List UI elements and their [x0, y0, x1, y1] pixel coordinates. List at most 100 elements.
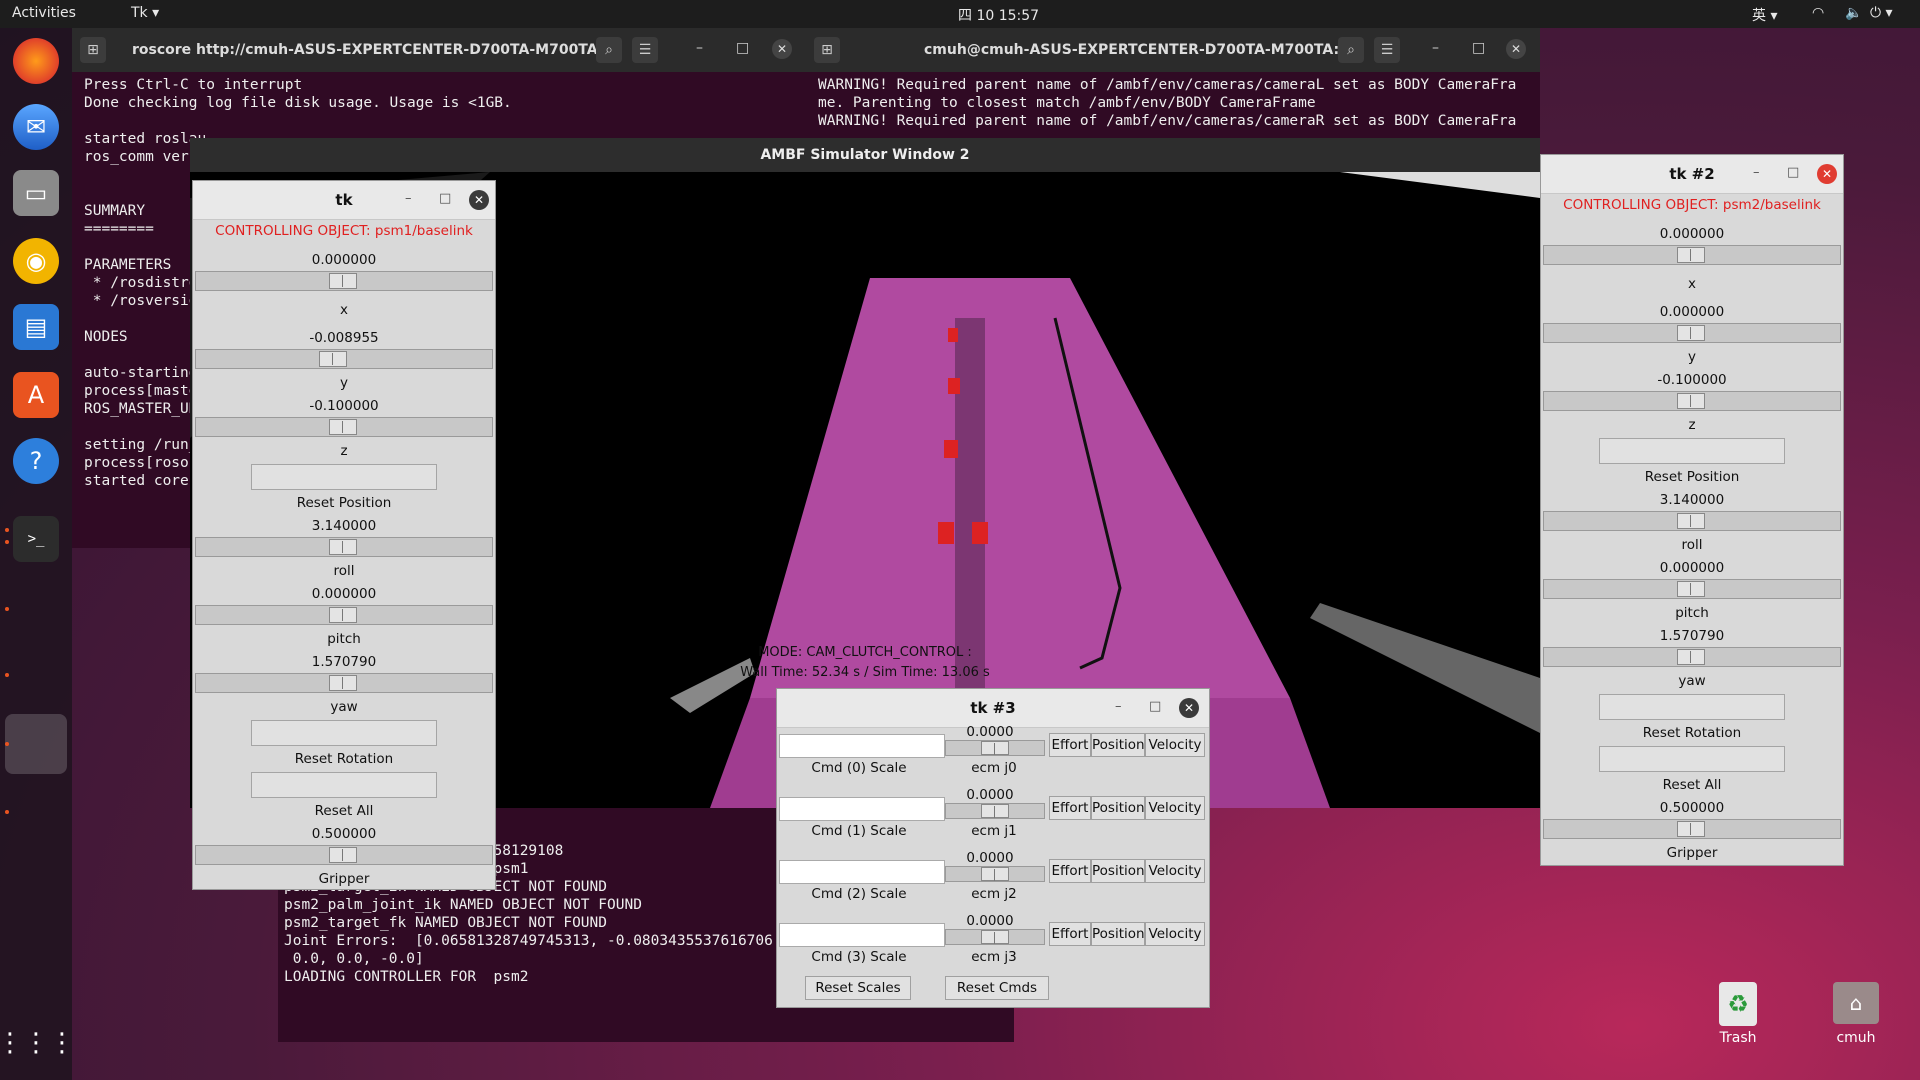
scale-entry[interactable] [779, 797, 945, 821]
new-tab-icon[interactable]: ⊞ [80, 37, 106, 63]
position-button[interactable]: Position [1091, 796, 1145, 820]
search-icon[interactable]: ⌕ [596, 37, 622, 63]
help-icon[interactable]: ? [13, 438, 59, 484]
simulator-titlebar[interactable]: AMBF Simulator Window 2 [190, 138, 1540, 172]
new-tab-icon[interactable]: ⊞ [814, 37, 840, 63]
z-label: z [1688, 417, 1696, 433]
maximize-icon[interactable]: □ [1787, 165, 1799, 180]
effort-button[interactable]: Effort [1049, 733, 1091, 757]
yaw-slider[interactable] [195, 673, 493, 693]
reset-all-label: Reset All [1662, 777, 1722, 793]
thunderbird-icon[interactable]: ✉ [13, 104, 59, 150]
minimize-icon[interactable]: – [696, 40, 703, 56]
velocity-button[interactable]: Velocity [1145, 922, 1205, 946]
close-icon[interactable]: ✕ [772, 39, 792, 59]
volume-icon[interactable]: 🔈 [1845, 5, 1862, 21]
velocity-button[interactable]: Velocity [1145, 733, 1205, 757]
terminal-output: WARNING! Required parent name of /ambf/e… [806, 72, 1540, 134]
z-slider[interactable] [195, 417, 493, 437]
roll-slider[interactable] [1543, 511, 1841, 531]
power-icon[interactable]: ⏻ ▾ [1870, 5, 1893, 21]
rhythmbox-icon[interactable]: ◉ [13, 238, 59, 284]
show-apps-icon[interactable]: ⋮⋮⋮ [0, 1020, 75, 1066]
firefox-icon[interactable] [13, 38, 59, 84]
yaw-slider[interactable] [1543, 647, 1841, 667]
cmd-slider[interactable] [945, 740, 1045, 756]
activities-button[interactable]: Activities [12, 5, 76, 21]
reset-rotation-button[interactable] [251, 720, 437, 746]
position-button[interactable]: Position [1091, 733, 1145, 757]
terminal-line: WARNING! Required parent name of /ambf/e… [818, 113, 1517, 129]
wifi-icon[interactable]: ◠ [1812, 5, 1824, 21]
ime-indicator[interactable]: 英 ▾ [1752, 5, 1777, 25]
maximize-icon[interactable]: □ [736, 40, 749, 56]
menu-icon[interactable]: ☰ [1374, 37, 1400, 63]
reset-position-button[interactable] [251, 464, 437, 490]
reset-position-button[interactable] [1599, 438, 1785, 464]
effort-button[interactable]: Effort [1049, 796, 1091, 820]
minimize-icon[interactable]: – [1115, 699, 1122, 714]
gripper-label: Gripper [1666, 845, 1718, 861]
position-button[interactable]: Position [1091, 922, 1145, 946]
close-icon[interactable]: ✕ [1506, 39, 1526, 59]
scale-entry[interactable] [779, 734, 945, 758]
close-icon[interactable]: ✕ [1817, 164, 1837, 184]
scale-entry[interactable] [779, 860, 945, 884]
y-slider[interactable] [1543, 323, 1841, 343]
tk-panel-psm1[interactable]: tk – □ ✕ CONTROLLING OBJECT: psm1/baseli… [192, 180, 496, 890]
menu-icon[interactable]: ☰ [632, 37, 658, 63]
minimize-icon[interactable]: – [1753, 165, 1760, 180]
scale-entry[interactable] [779, 923, 945, 947]
clock[interactable]: 四 10 15:57 [958, 5, 1039, 25]
files-icon[interactable]: ▭ [13, 170, 59, 216]
terminal-main[interactable]: ⊞ cmuh@cmuh-ASUS-EXPERTCENTER-D700TA-M70… [806, 28, 1540, 138]
roll-label: roll [1681, 537, 1703, 553]
reset-rotation-button[interactable] [1599, 694, 1785, 720]
maximize-icon[interactable]: □ [439, 191, 451, 206]
terminal-icon[interactable]: >_ [13, 516, 59, 562]
cmd-slider[interactable] [945, 803, 1045, 819]
effort-button[interactable]: Effort [1049, 922, 1091, 946]
pitch-slider[interactable] [1543, 579, 1841, 599]
running-indicator [5, 742, 9, 746]
software-icon[interactable]: A [13, 372, 59, 418]
gripper-slider[interactable] [1543, 819, 1841, 839]
reset-all-label: Reset All [314, 803, 374, 819]
tk-app-icon[interactable] [5, 714, 67, 774]
y-slider[interactable] [195, 349, 493, 369]
maximize-icon[interactable]: □ [1149, 699, 1161, 714]
x-slider[interactable] [195, 271, 493, 291]
effort-button[interactable]: Effort [1049, 859, 1091, 883]
pitch-slider[interactable] [195, 605, 493, 625]
position-button[interactable]: Position [1091, 859, 1145, 883]
reset-scales-button[interactable]: Reset Scales [805, 976, 911, 1000]
tk-panel-psm2[interactable]: tk #2 – □ ✕ CONTROLLING OBJECT: psm2/bas… [1540, 154, 1844, 866]
z-slider[interactable] [1543, 391, 1841, 411]
gripper-slider[interactable] [195, 845, 493, 865]
reset-cmds-button[interactable]: Reset Cmds [945, 976, 1049, 1000]
search-icon[interactable]: ⌕ [1338, 37, 1364, 63]
writer-icon[interactable]: ▤ [13, 304, 59, 350]
cmd-slider[interactable] [945, 929, 1045, 945]
cmd-value: 0.0000 [966, 850, 1014, 866]
minimize-icon[interactable]: – [1432, 40, 1439, 56]
velocity-button[interactable]: Velocity [1145, 796, 1205, 820]
trash-desktop-icon[interactable]: ♻ Trash [1708, 982, 1768, 1046]
reset-all-button[interactable] [251, 772, 437, 798]
reset-all-button[interactable] [1599, 746, 1785, 772]
minimize-icon[interactable]: – [405, 191, 412, 206]
app-menu[interactable]: Tk ▾ [131, 5, 159, 21]
trash-icon: ♻ [1719, 982, 1757, 1026]
tk-panel-ecm[interactable]: tk #3 – □ ✕ Cmd (0) Scale 0.0000 ecm j0 Eff… [776, 688, 1210, 1008]
home-desktop-icon[interactable]: ⌂ cmuh [1826, 982, 1886, 1046]
maximize-icon[interactable]: □ [1472, 40, 1485, 56]
cmd-value: 0.0000 [966, 724, 1014, 740]
x-slider[interactable] [1543, 245, 1841, 265]
cmd-slider[interactable] [945, 866, 1045, 882]
close-icon[interactable]: ✕ [1179, 698, 1199, 718]
velocity-button[interactable]: Velocity [1145, 859, 1205, 883]
roll-slider[interactable] [195, 537, 493, 557]
y-value: -0.008955 [309, 330, 379, 346]
close-icon[interactable]: ✕ [469, 190, 489, 210]
